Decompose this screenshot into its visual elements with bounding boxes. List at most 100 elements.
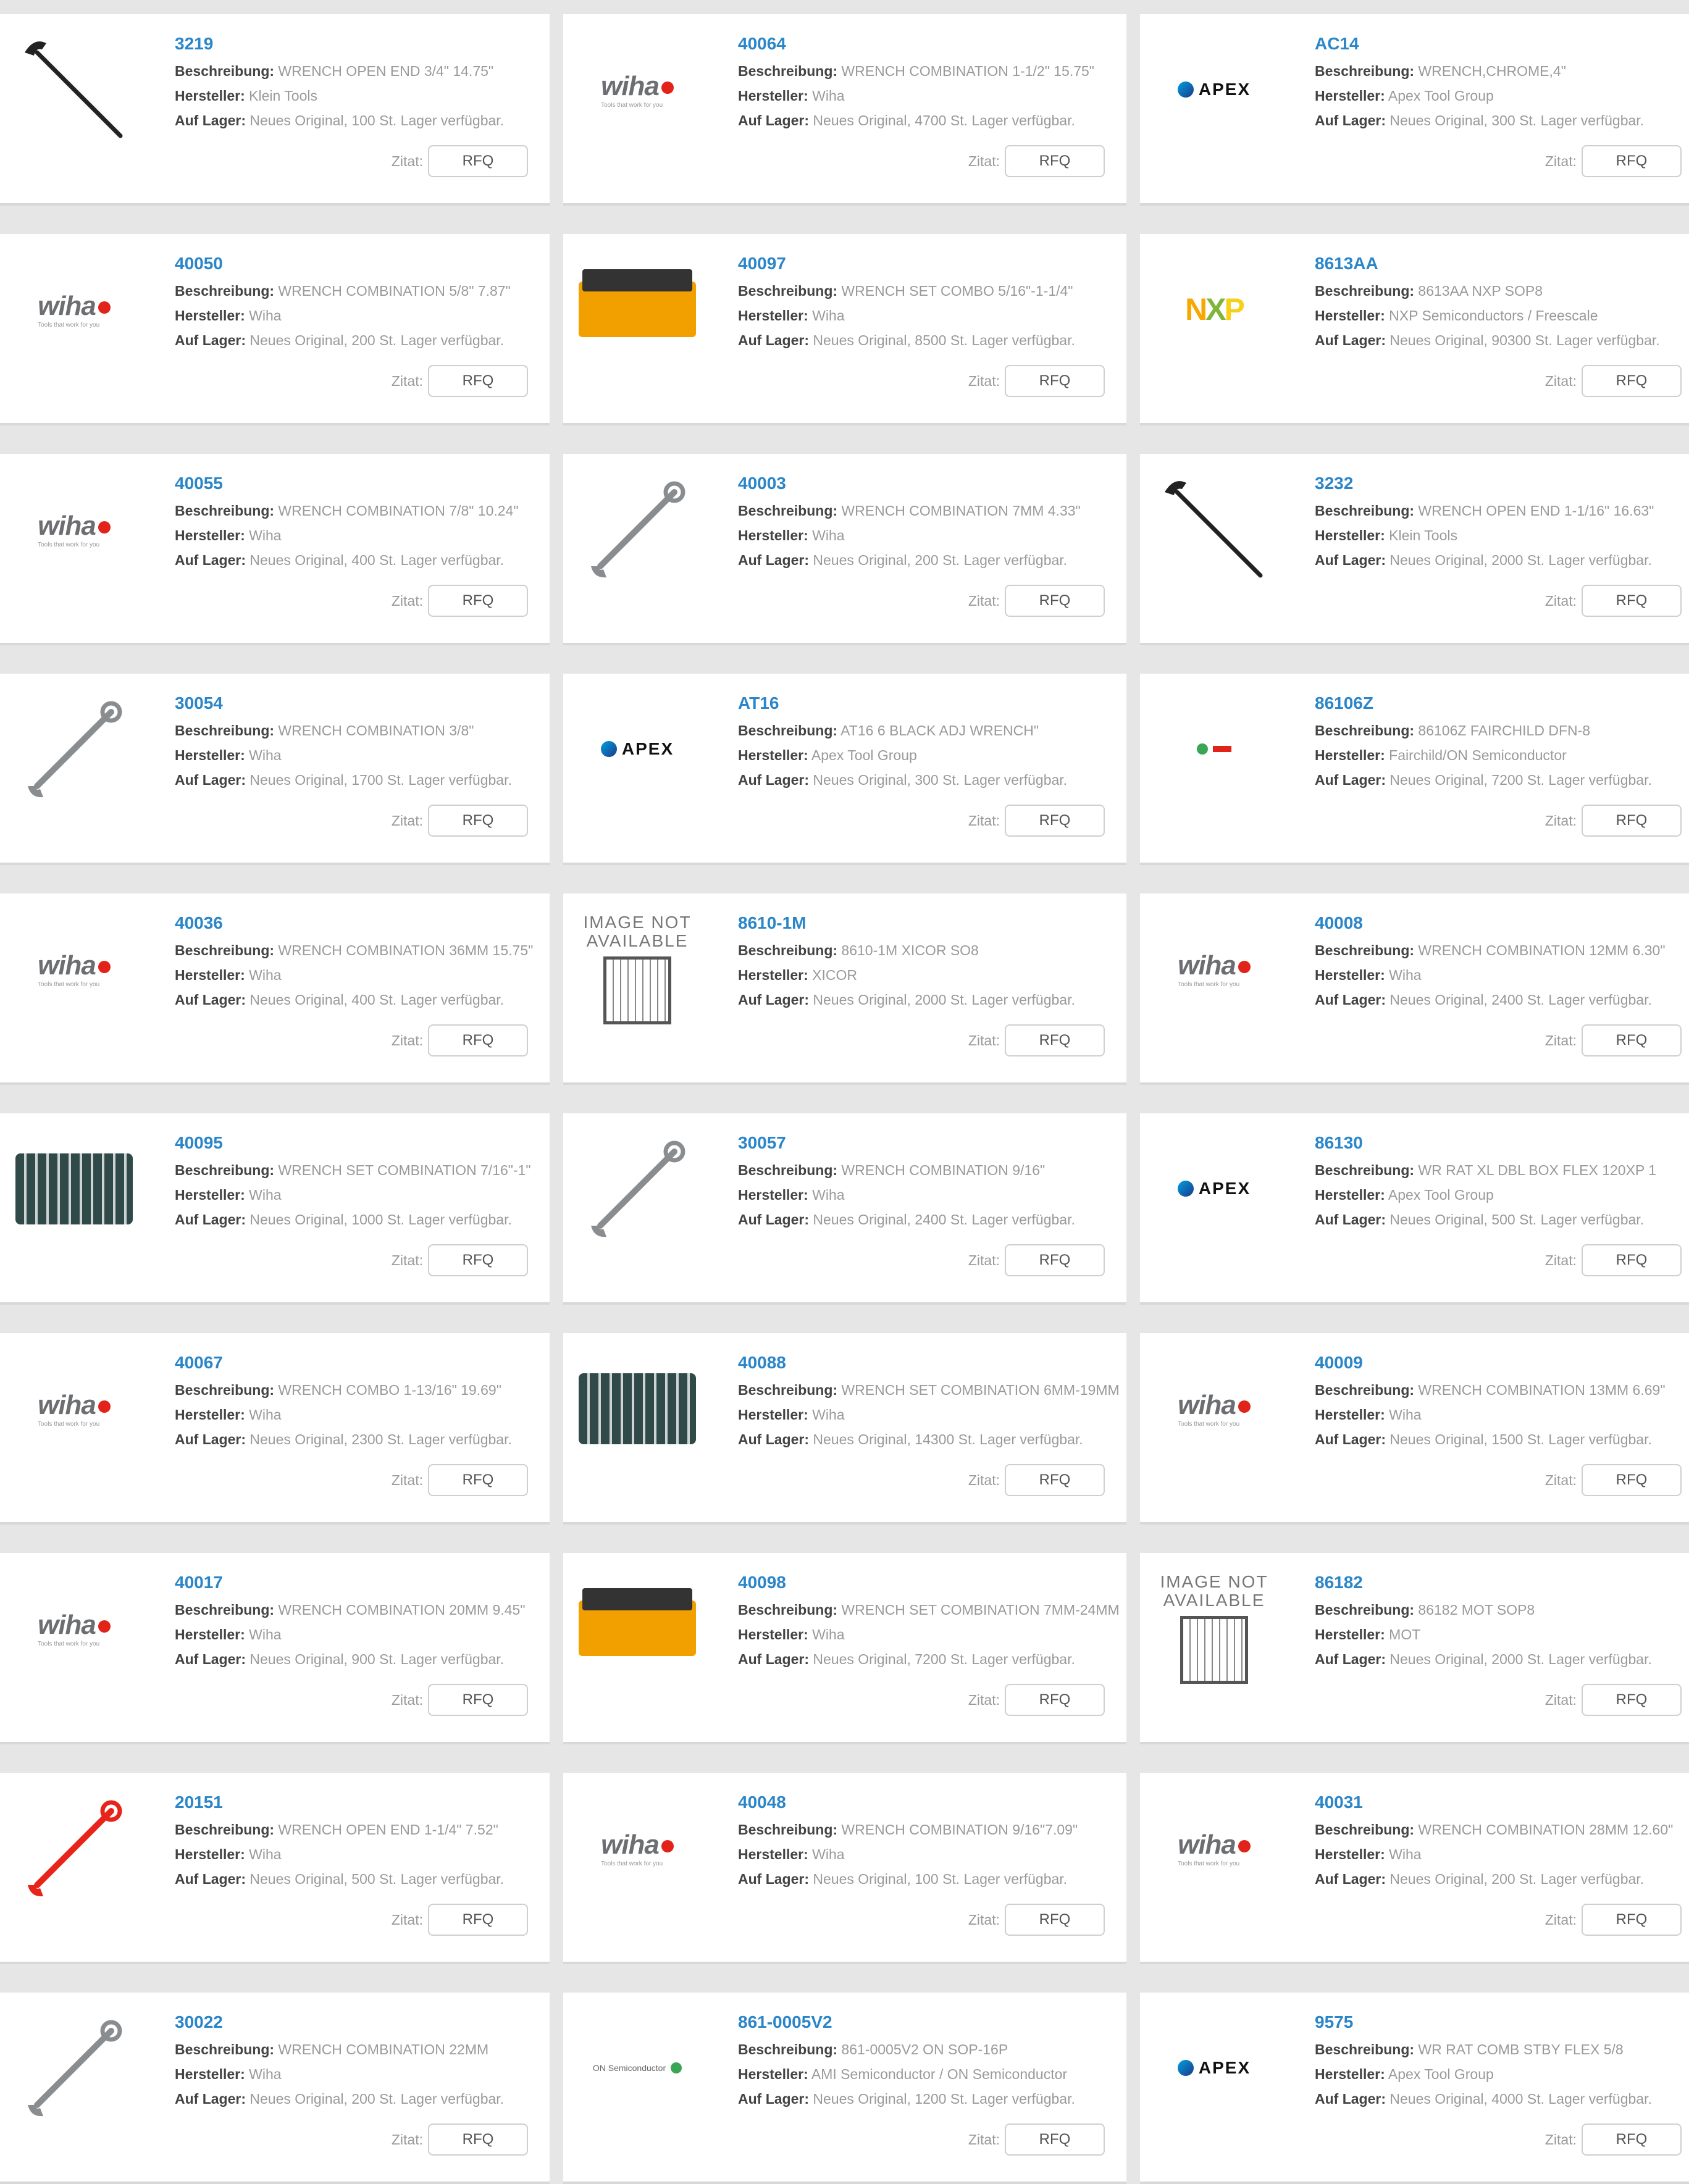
part-number-link[interactable]: 30022 (175, 2011, 550, 2033)
manufacturer-label: Hersteller: (738, 527, 808, 543)
product-image[interactable]: wiha Tools that work for you (12, 1347, 136, 1470)
part-number-link[interactable]: 40055 (175, 472, 550, 495)
rfq-button[interactable]: RFQ (428, 585, 528, 617)
product-image[interactable] (576, 1127, 699, 1250)
rfq-button[interactable]: RFQ (1005, 1024, 1105, 1056)
product-image[interactable] (1152, 687, 1276, 811)
quote-area: Zitat: RFQ (968, 1244, 1105, 1276)
rfq-button[interactable]: RFQ (1582, 1904, 1682, 1936)
rfq-button[interactable]: RFQ (1005, 145, 1105, 177)
part-number-link[interactable]: 40098 (738, 1571, 1126, 1594)
part-number-link[interactable]: 30057 (738, 1132, 1126, 1154)
part-number-link[interactable]: 40097 (738, 253, 1126, 275)
description-row: Beschreibung: WRENCH OPEN END 1-1/4" 7.5… (175, 1817, 550, 1842)
product-image[interactable]: APEX (576, 687, 699, 811)
rfq-button[interactable]: RFQ (1582, 1244, 1682, 1276)
part-number-link[interactable]: 9575 (1315, 2011, 1689, 2033)
product-image[interactable] (576, 1567, 699, 1690)
part-number-link[interactable]: 40009 (1315, 1352, 1689, 1374)
product-image[interactable] (12, 1786, 136, 1910)
rfq-button[interactable]: RFQ (428, 1244, 528, 1276)
wiha-logo: wiha Tools that work for you (601, 1830, 674, 1867)
part-number-link[interactable]: 40008 (1315, 912, 1689, 934)
product-image[interactable] (576, 248, 699, 371)
product-image[interactable]: wiha Tools that work for you (12, 248, 136, 371)
product-image[interactable]: wiha Tools that work for you (1152, 907, 1276, 1031)
quote-area: Zitat: RFQ (392, 1684, 528, 1716)
product-image[interactable]: wiha Tools that work for you (12, 467, 136, 591)
rfq-button[interactable]: RFQ (428, 1684, 528, 1716)
part-number-link[interactable]: 40031 (1315, 1791, 1689, 1814)
part-number-link[interactable]: 40064 (738, 33, 1126, 55)
rfq-button[interactable]: RFQ (1005, 585, 1105, 617)
product-image[interactable]: NXP (1152, 248, 1276, 371)
product-image[interactable]: wiha Tools that work for you (576, 28, 699, 151)
part-number-link[interactable]: 86106Z (1315, 692, 1689, 714)
part-number-link[interactable]: 40067 (175, 1352, 550, 1374)
rfq-button[interactable]: RFQ (428, 1464, 528, 1496)
manufacturer-label: Hersteller: (1315, 1187, 1385, 1203)
product-image[interactable] (12, 28, 136, 151)
rfq-button[interactable]: RFQ (428, 805, 528, 837)
product-image[interactable]: wiha Tools that work for you (12, 1567, 136, 1690)
part-number-link[interactable]: 8613AA (1315, 253, 1689, 275)
rfq-button[interactable]: RFQ (428, 145, 528, 177)
part-number-link[interactable]: 3219 (175, 33, 550, 55)
manufacturer-value: XICOR (812, 967, 858, 983)
product-image[interactable]: wiha Tools that work for you (1152, 1347, 1276, 1470)
part-number-link[interactable]: 3232 (1315, 472, 1689, 495)
quote-label: Zitat: (391, 1691, 423, 1708)
rfq-button[interactable]: RFQ (428, 2123, 528, 2156)
quote-area: Zitat: RFQ (392, 1904, 528, 1936)
part-number-link[interactable]: 86130 (1315, 1132, 1689, 1154)
part-number-link[interactable]: 40036 (175, 912, 550, 934)
rfq-button[interactable]: RFQ (1005, 1684, 1105, 1716)
rfq-button[interactable]: RFQ (1582, 2123, 1682, 2156)
part-number-link[interactable]: 40095 (175, 1132, 550, 1154)
product-image[interactable] (1152, 467, 1276, 591)
rfq-button[interactable]: RFQ (1005, 365, 1105, 397)
part-number-link[interactable]: 40048 (738, 1791, 1126, 1814)
product-image[interactable]: ON Semiconductor (576, 2006, 699, 2130)
product-image[interactable]: APEX (1152, 28, 1276, 151)
rfq-button[interactable]: RFQ (428, 1904, 528, 1936)
rfq-button[interactable]: RFQ (428, 365, 528, 397)
product-image[interactable] (12, 1127, 136, 1250)
rfq-button[interactable]: RFQ (428, 1024, 528, 1056)
rfq-button[interactable]: RFQ (1005, 805, 1105, 837)
chip-icon (603, 956, 671, 1024)
rfq-button[interactable]: RFQ (1005, 1904, 1105, 1936)
product-image[interactable] (576, 467, 699, 591)
rfq-button[interactable]: RFQ (1582, 145, 1682, 177)
rfq-button[interactable]: RFQ (1005, 2123, 1105, 2156)
product-image[interactable]: wiha Tools that work for you (12, 907, 136, 1031)
rfq-button[interactable]: RFQ (1005, 1464, 1105, 1496)
part-number-link[interactable]: 20151 (175, 1791, 550, 1814)
part-number-link[interactable]: 40017 (175, 1571, 550, 1594)
product-image[interactable]: IMAGE NOT AVAILABLE (1152, 1567, 1276, 1690)
part-number-link[interactable]: 40003 (738, 472, 1126, 495)
product-image[interactable] (12, 687, 136, 811)
part-number-link[interactable]: 40088 (738, 1352, 1126, 1374)
rfq-button[interactable]: RFQ (1582, 1684, 1682, 1716)
product-image[interactable]: IMAGE NOT AVAILABLE (576, 907, 699, 1031)
rfq-button[interactable]: RFQ (1582, 1024, 1682, 1056)
part-number-link[interactable]: 861-0005V2 (738, 2011, 1126, 2033)
part-number-link[interactable]: 30054 (175, 692, 550, 714)
product-image[interactable]: APEX (1152, 1127, 1276, 1250)
product-image[interactable]: wiha Tools that work for you (1152, 1786, 1276, 1910)
product-image[interactable] (576, 1347, 699, 1470)
rfq-button[interactable]: RFQ (1582, 585, 1682, 617)
part-number-link[interactable]: 8610-1M (738, 912, 1126, 934)
product-image[interactable]: APEX (1152, 2006, 1276, 2130)
rfq-button[interactable]: RFQ (1582, 365, 1682, 397)
product-image[interactable] (12, 2006, 136, 2130)
rfq-button[interactable]: RFQ (1582, 805, 1682, 837)
part-number-link[interactable]: 86182 (1315, 1571, 1689, 1594)
part-number-link[interactable]: AT16 (738, 692, 1126, 714)
rfq-button[interactable]: RFQ (1582, 1464, 1682, 1496)
part-number-link[interactable]: 40050 (175, 253, 550, 275)
product-image[interactable]: wiha Tools that work for you (576, 1786, 699, 1910)
rfq-button[interactable]: RFQ (1005, 1244, 1105, 1276)
part-number-link[interactable]: AC14 (1315, 33, 1689, 55)
